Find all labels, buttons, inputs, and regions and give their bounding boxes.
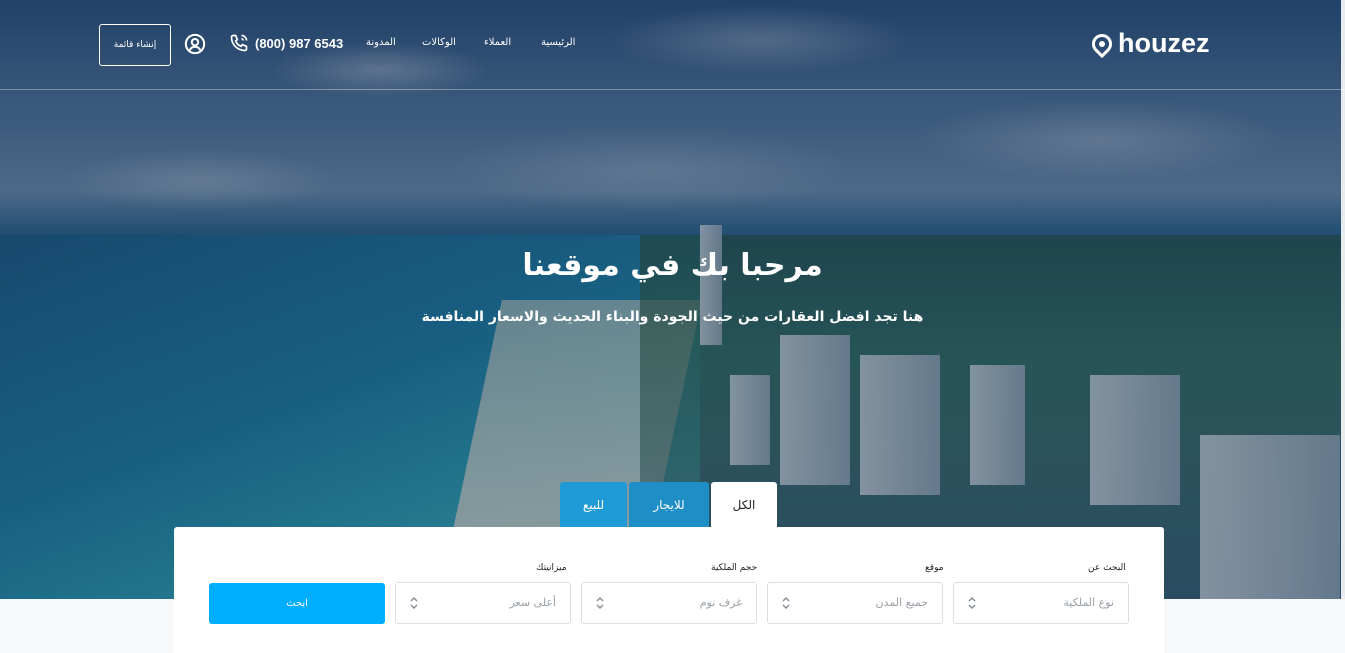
select-arrows-icon <box>410 596 418 610</box>
nav-agencies[interactable]: الوكالات <box>422 37 456 48</box>
property-type-placeholder: نوع الملكية <box>1063 596 1114 609</box>
location-label: موقع <box>925 563 944 573</box>
tab-rent[interactable]: للايجار <box>629 482 709 527</box>
budget-label: ميزانيتك <box>536 563 567 573</box>
property-type-select[interactable]: نوع الملكية <box>953 582 1129 624</box>
nav-clients[interactable]: العملاء <box>484 37 511 48</box>
phone-icon <box>230 34 248 52</box>
create-listing-button[interactable]: إنشاء قائمة <box>99 24 171 66</box>
location-pin-icon <box>1087 29 1117 58</box>
user-account-icon[interactable] <box>184 33 206 55</box>
site-header: houzez الرئيسية العملاء الوكالات المدونة… <box>0 0 1345 90</box>
phone-link[interactable]: (800) 987 6543 <box>229 33 343 53</box>
logo[interactable]: houzez <box>1087 28 1210 59</box>
size-label: حجم الملكية <box>711 563 758 573</box>
hero-subtitle: هنا تجد افضل العقارات من حيث الجودة والب… <box>421 309 924 325</box>
location-placeholder: جميع المدن <box>875 596 928 609</box>
max-price-select[interactable]: أعلى سعر <box>395 582 571 624</box>
location-select[interactable]: جميع المدن <box>767 582 943 624</box>
hero-title: مرحبا بك في موقعنا <box>522 248 823 283</box>
select-arrows-icon <box>596 596 604 610</box>
nav-home[interactable]: الرئيسية <box>541 37 575 48</box>
search-button[interactable]: ابحث <box>209 583 385 624</box>
nav-blog[interactable]: المدونة <box>366 37 396 48</box>
select-arrows-icon <box>968 596 976 610</box>
rooms-select[interactable]: غرف نوم <box>581 582 757 624</box>
select-arrows-icon <box>782 596 790 610</box>
rooms-placeholder: غرف نوم <box>699 596 742 609</box>
max-price-placeholder: أعلى سعر <box>509 596 556 609</box>
search-for-label: البحث عن <box>1088 563 1126 573</box>
phone-number: (800) 987 6543 <box>255 35 344 51</box>
logo-text: houzez <box>1118 28 1210 58</box>
tab-sale[interactable]: للبيع <box>560 482 627 527</box>
tab-all[interactable]: الكل <box>711 482 777 527</box>
